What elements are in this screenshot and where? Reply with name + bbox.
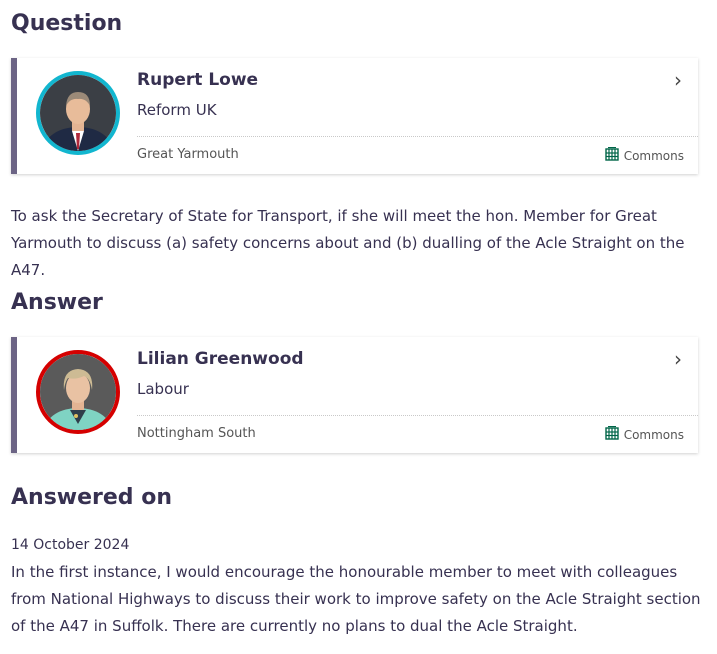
- answer-member-party: Labour: [137, 380, 189, 398]
- answer-text: In the first instance, I would encourage…: [11, 563, 701, 635]
- chevron-right-icon: ›: [674, 347, 682, 371]
- answered-on-heading: Answered on: [11, 485, 172, 510]
- question-member-house: Commons: [604, 146, 684, 164]
- house-label: Commons: [623, 427, 684, 442]
- question-member-card[interactable]: Rupert Lowe Reform UK › Great Yarmouth C…: [11, 58, 698, 174]
- question-member-party: Reform UK: [137, 101, 217, 119]
- card-divider: [137, 415, 698, 416]
- question-member-constituency: Great Yarmouth: [137, 147, 239, 162]
- answer-member-house: Commons: [604, 425, 684, 443]
- answer-member-constituency: Nottingham South: [137, 426, 256, 441]
- rupert-lowe-avatar: [36, 71, 120, 155]
- portcullis-icon: [604, 425, 619, 443]
- portcullis-icon: [604, 146, 619, 164]
- house-label: Commons: [623, 148, 684, 163]
- lilian-greenwood-avatar: [36, 350, 120, 434]
- answer-member-card[interactable]: Lilian Greenwood Labour › Nottingham Sou…: [11, 337, 698, 453]
- question-text: To ask the Secretary of State for Transp…: [11, 207, 685, 279]
- answer-heading: Answer: [11, 290, 103, 315]
- answer-date: 14 October 2024: [11, 537, 130, 553]
- question-member-name: Rupert Lowe: [137, 70, 259, 90]
- chevron-right-icon: ›: [674, 68, 682, 92]
- question-heading: Question: [11, 11, 123, 36]
- answer-member-name: Lilian Greenwood: [137, 349, 304, 369]
- card-divider: [137, 136, 698, 137]
